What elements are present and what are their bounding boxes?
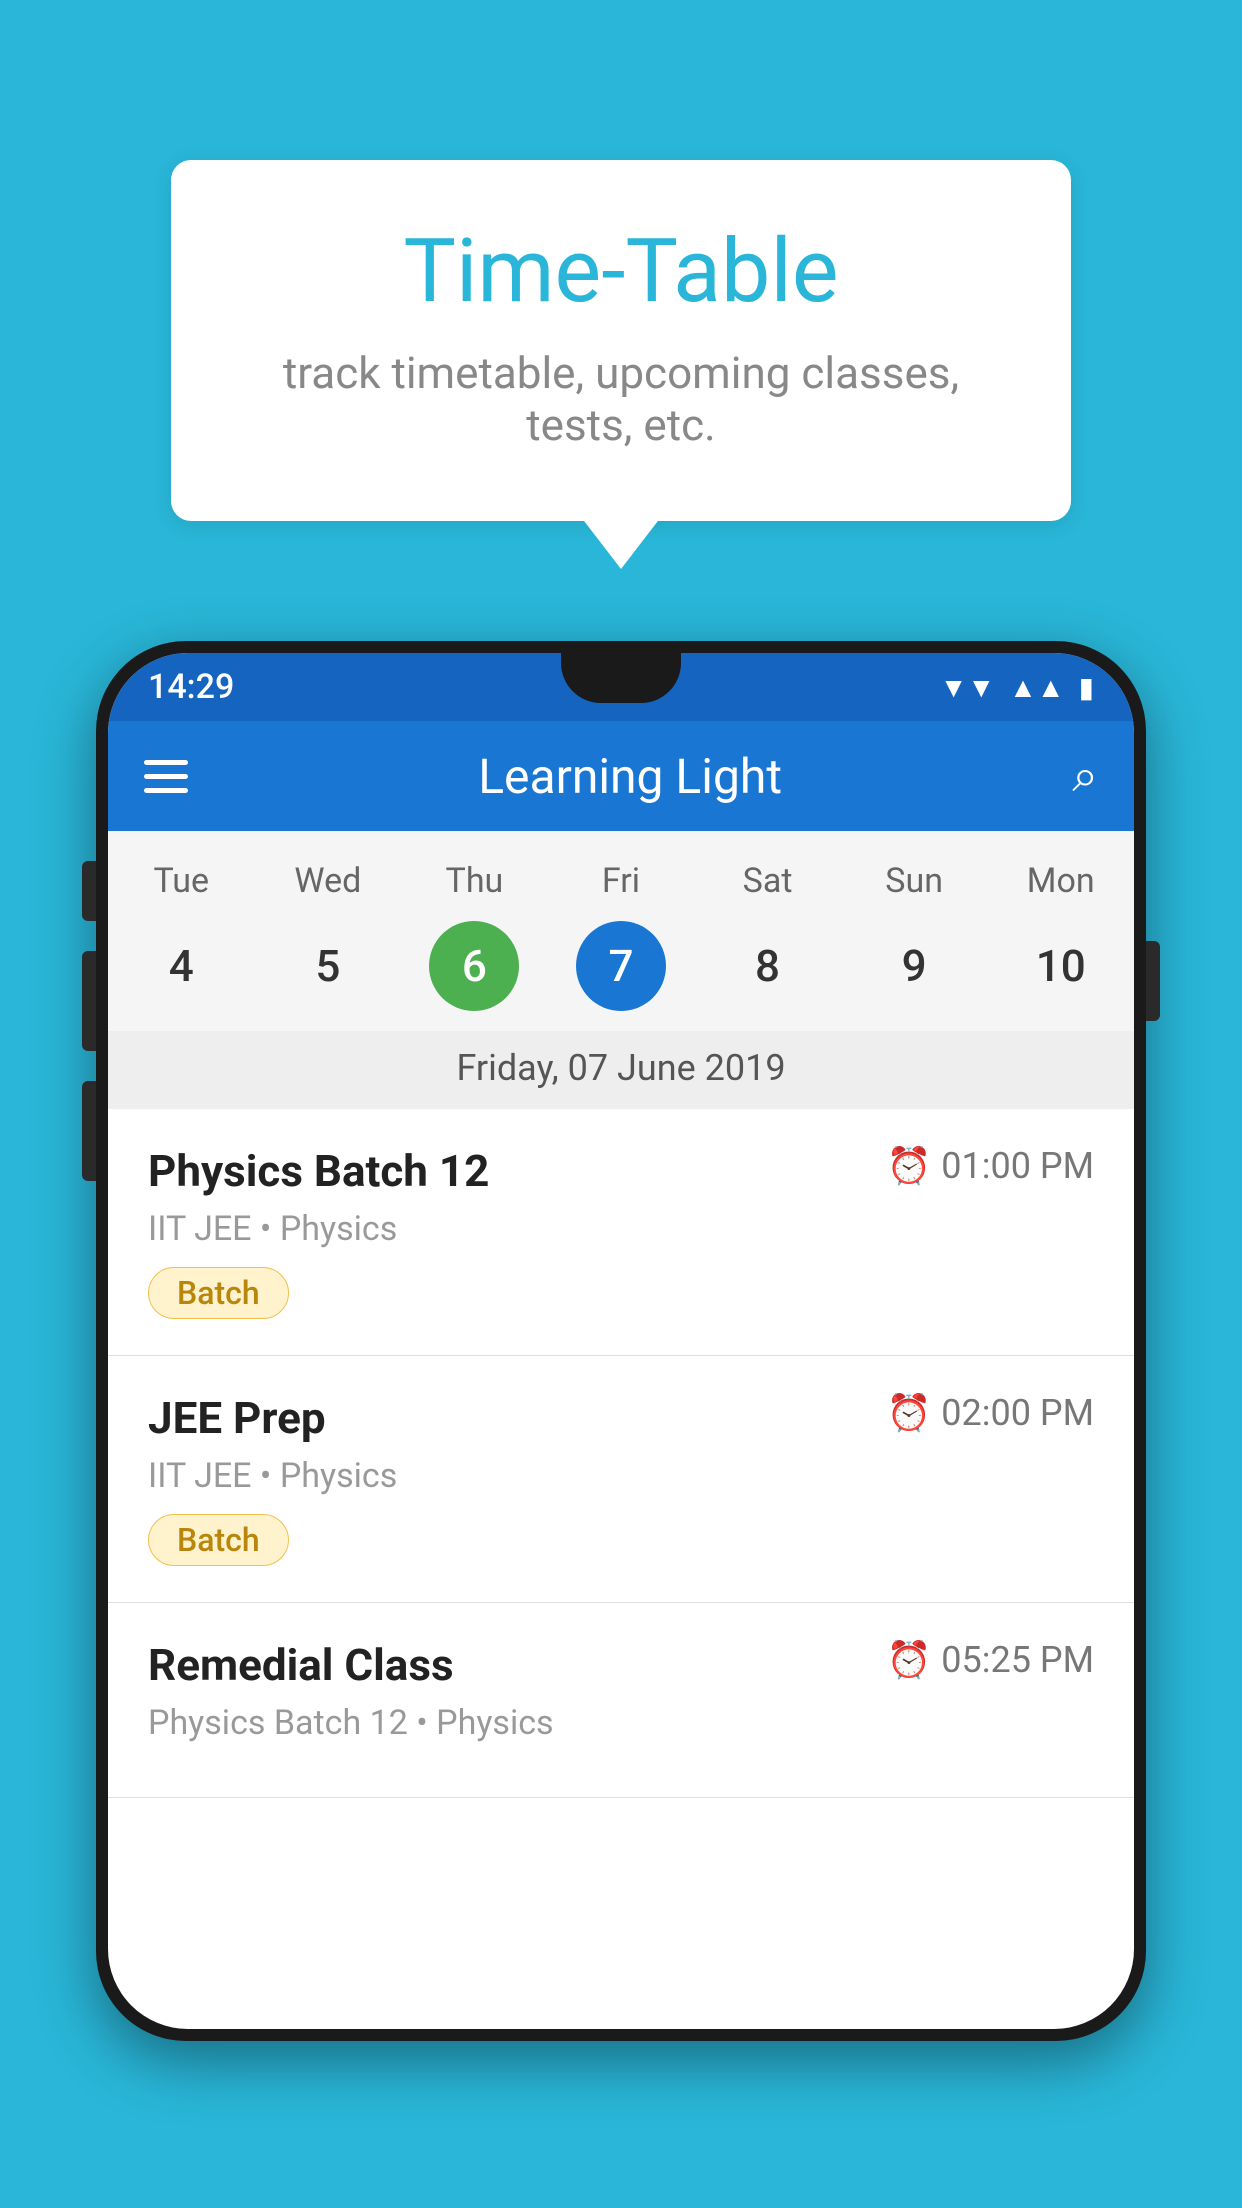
event-time-3: ⏰ 05:25 PM	[886, 1639, 1094, 1681]
day-header-sun: Sun	[841, 861, 988, 901]
day-header-sat: Sat	[694, 861, 841, 901]
clock-icon-3: ⏰	[886, 1639, 931, 1681]
app-title: Learning Light	[218, 748, 1042, 805]
event-list-container: Physics Batch 12 ⏰ 01:00 PM IIT JEE • Ph…	[108, 1109, 1134, 1798]
event-badge-1: Batch	[148, 1267, 289, 1319]
event-time-1: ⏰ 01:00 PM	[886, 1145, 1094, 1187]
wifi-icon: ▼▼	[940, 671, 995, 704]
event-header-3: Remedial Class ⏰ 05:25 PM	[148, 1639, 1094, 1691]
day-9[interactable]: 9	[841, 921, 988, 1011]
event-item-jee-prep[interactable]: JEE Prep ⏰ 02:00 PM IIT JEE • Physics Ba…	[108, 1356, 1134, 1603]
day-10[interactable]: 10	[987, 921, 1134, 1011]
event-meta-2: IIT JEE • Physics	[148, 1456, 1094, 1496]
notch	[561, 653, 681, 703]
event-meta-1: IIT JEE • Physics	[148, 1209, 1094, 1249]
power-button	[1146, 941, 1160, 1021]
day-header-fri: Fri	[548, 861, 695, 901]
clock-icon-1: ⏰	[886, 1145, 931, 1187]
day-header-tue: Tue	[108, 861, 255, 901]
day-6-today[interactable]: 6	[429, 921, 519, 1011]
event-name-2: JEE Prep	[148, 1392, 326, 1444]
tooltip-title: Time-Table	[251, 220, 991, 323]
event-meta-3: Physics Batch 12 • Physics	[148, 1703, 1094, 1743]
search-icon[interactable]: ⌕	[1072, 749, 1098, 804]
event-header-2: JEE Prep ⏰ 02:00 PM	[148, 1392, 1094, 1444]
day-headers: Tue Wed Thu Fri Sat Sun Mon	[108, 851, 1134, 911]
event-name-3: Remedial Class	[148, 1639, 454, 1691]
tooltip-card: Time-Table track timetable, upcoming cla…	[171, 160, 1071, 521]
signal-icon: ▲▲	[1009, 671, 1064, 704]
selected-date-label: Friday, 07 June 2019	[108, 1031, 1134, 1109]
app-bar: Learning Light ⌕	[108, 721, 1134, 831]
event-badge-2: Batch	[148, 1514, 289, 1566]
volume-down-button	[82, 1081, 96, 1181]
mute-button	[82, 861, 96, 921]
event-item-remedial-class[interactable]: Remedial Class ⏰ 05:25 PM Physics Batch …	[108, 1603, 1134, 1798]
day-8[interactable]: 8	[694, 921, 841, 1011]
event-list: Physics Batch 12 ⏰ 01:00 PM IIT JEE • Ph…	[108, 1109, 1134, 1798]
status-time: 14:29	[148, 667, 234, 707]
status-bar: 14:29 ▼▼ ▲▲ ▮	[108, 653, 1134, 721]
battery-icon: ▮	[1079, 671, 1094, 704]
event-name-1: Physics Batch 12	[148, 1145, 489, 1197]
volume-up-button	[82, 951, 96, 1051]
status-icons: ▼▼ ▲▲ ▮	[940, 671, 1094, 704]
event-item-physics-batch[interactable]: Physics Batch 12 ⏰ 01:00 PM IIT JEE • Ph…	[108, 1109, 1134, 1356]
day-5[interactable]: 5	[255, 921, 402, 1011]
clock-icon-2: ⏰	[886, 1392, 931, 1434]
hamburger-menu-icon[interactable]	[144, 760, 188, 793]
event-header-1: Physics Batch 12 ⏰ 01:00 PM	[148, 1145, 1094, 1197]
day-numbers: 4 5 6 7 8 9 10	[108, 911, 1134, 1031]
phone-mockup: 14:29 ▼▼ ▲▲ ▮ Learning Light ⌕	[96, 641, 1146, 2041]
phone-screen: 14:29 ▼▼ ▲▲ ▮ Learning Light ⌕	[108, 653, 1134, 2029]
calendar-strip: Tue Wed Thu Fri Sat Sun Mon 4 5 6 7 8 9 …	[108, 831, 1134, 1109]
day-header-wed: Wed	[255, 861, 402, 901]
day-4[interactable]: 4	[108, 921, 255, 1011]
day-header-thu: Thu	[401, 861, 548, 901]
day-header-mon: Mon	[987, 861, 1134, 901]
tooltip-subtitle: track timetable, upcoming classes, tests…	[251, 347, 991, 451]
day-7-selected[interactable]: 7	[576, 921, 666, 1011]
event-time-2: ⏰ 02:00 PM	[886, 1392, 1094, 1434]
phone-frame: 14:29 ▼▼ ▲▲ ▮ Learning Light ⌕	[96, 641, 1146, 2041]
